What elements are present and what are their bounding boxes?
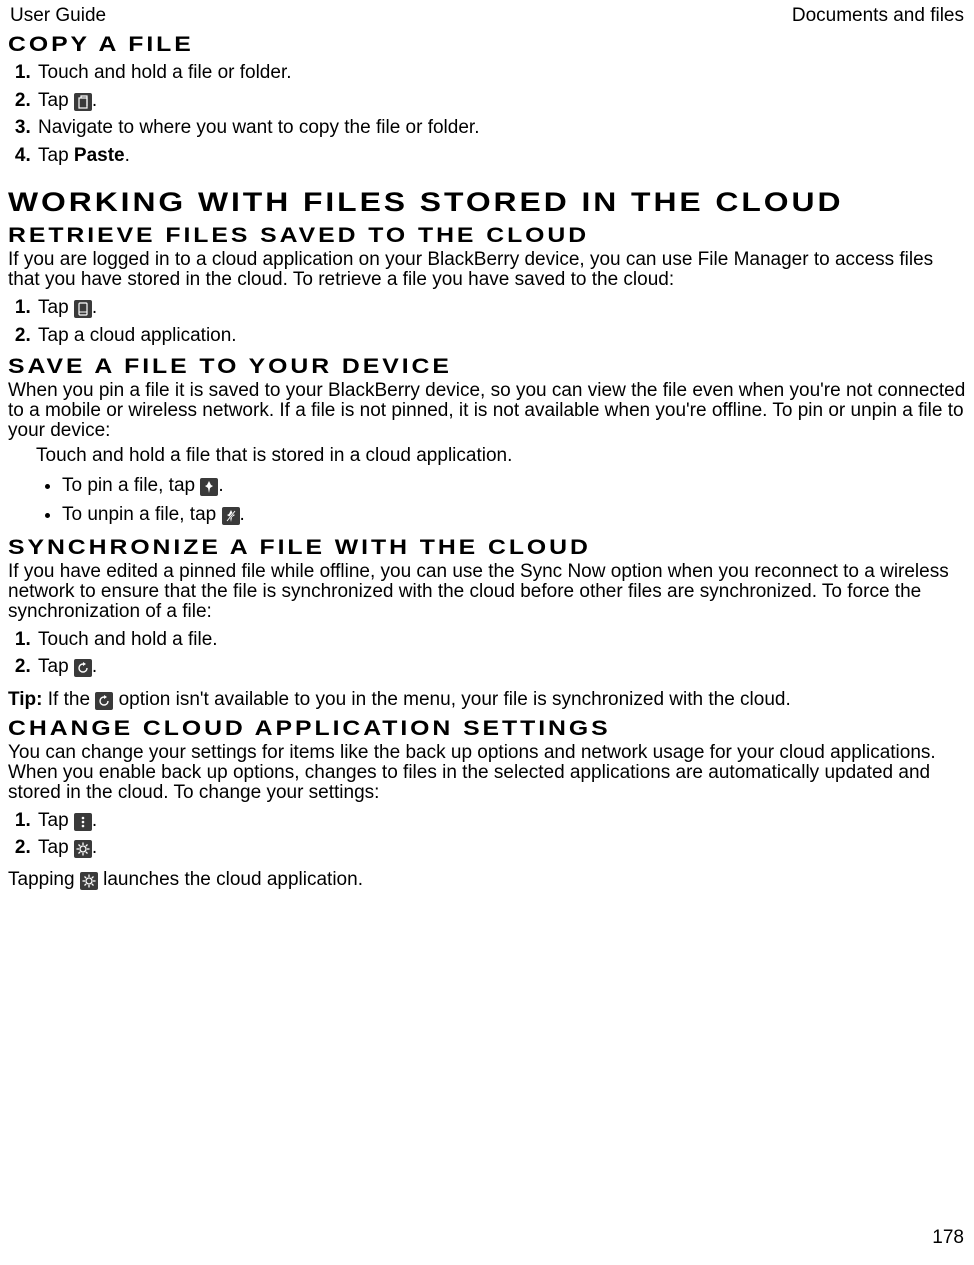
- copy-steps: Touch and hold a file or folder. Tap . N…: [8, 59, 966, 169]
- sync-steps: Touch and hold a file. Tap .: [8, 626, 966, 681]
- more-icon: [74, 813, 92, 831]
- sync-tip: Tip: If the option isn't available to yo…: [8, 689, 966, 711]
- text: .: [125, 145, 130, 166]
- text: .: [92, 297, 97, 318]
- page-number: 178: [932, 1227, 964, 1249]
- copy-step-1: Touch and hold a file or folder.: [36, 59, 966, 87]
- unpin-icon: [222, 507, 240, 525]
- sync-icon: [95, 692, 113, 710]
- settings-para: You can change your settings for items l…: [8, 743, 966, 803]
- gear-icon: [80, 872, 98, 890]
- settings-step-1: Tap .: [36, 807, 966, 835]
- text: Tap: [38, 656, 74, 677]
- settings-steps: Tap . Tap .: [8, 807, 966, 862]
- text: .: [92, 90, 97, 111]
- page-header: User Guide Documents and files: [8, 5, 966, 27]
- text: Tap: [38, 837, 74, 858]
- retrieve-para: If you are logged in to a cloud applicat…: [8, 250, 966, 290]
- text: .: [92, 810, 97, 831]
- paste-label: Paste: [74, 145, 125, 166]
- heading-settings: Change cloud application settings: [8, 717, 974, 741]
- save-para: When you pin a file it is saved to your …: [8, 381, 966, 441]
- settings-step-2: Tap .: [36, 834, 966, 862]
- sync-step-2: Tap .: [36, 653, 966, 681]
- text: .: [92, 837, 97, 858]
- text: option isn't available to you in the men…: [113, 689, 790, 710]
- header-left: User Guide: [10, 5, 106, 27]
- save-bullet-pin: To pin a file, tap .: [62, 471, 966, 500]
- heading-working-with-cloud: Working with files stored in the cloud: [8, 187, 974, 218]
- save-bullet-unpin: To unpin a file, tap .: [62, 500, 966, 529]
- heading-save: Save a file to your device: [8, 355, 974, 379]
- text: .: [218, 475, 223, 496]
- sync-icon: [74, 659, 92, 677]
- copy-step-4: Tap Paste.: [36, 142, 966, 170]
- page: User Guide Documents and files Copy a fi…: [0, 0, 974, 1265]
- text: To unpin a file, tap: [62, 504, 222, 525]
- heading-retrieve: Retrieve files saved to the cloud: [8, 224, 974, 248]
- text: launches the cloud application.: [98, 869, 363, 890]
- tip-label: Tip:: [8, 689, 42, 710]
- sync-step-1: Touch and hold a file.: [36, 626, 966, 654]
- header-right: Documents and files: [792, 5, 964, 27]
- text: Tap: [38, 90, 74, 111]
- save-bullets: To pin a file, tap . To unpin a file, ta…: [8, 471, 966, 530]
- copy-step-3: Navigate to where you want to copy the f…: [36, 114, 966, 142]
- text: .: [240, 504, 245, 525]
- settings-footnote: Tapping launches the cloud application.: [8, 870, 966, 890]
- retrieve-step-1: Tap .: [36, 294, 966, 322]
- heading-sync: Synchronize a file with the cloud: [8, 536, 974, 560]
- text: Tap: [38, 145, 74, 166]
- retrieve-steps: Tap . Tap a cloud application.: [8, 294, 966, 349]
- text: .: [92, 656, 97, 677]
- sync-para: If you have edited a pinned file while o…: [8, 562, 966, 622]
- retrieve-step-2: Tap a cloud application.: [36, 322, 966, 350]
- copy-icon: [74, 93, 92, 111]
- gear-icon: [74, 840, 92, 858]
- heading-copy-a-file: Copy a file: [8, 33, 974, 57]
- text: To pin a file, tap: [62, 475, 200, 496]
- text: Tap: [38, 810, 74, 831]
- pin-icon: [200, 478, 218, 496]
- device-icon: [74, 300, 92, 318]
- save-lead: Touch and hold a file that is stored in …: [36, 445, 966, 467]
- text: Tapping: [8, 869, 80, 890]
- copy-step-2: Tap .: [36, 87, 966, 115]
- text: If the: [42, 689, 95, 710]
- text: Tap: [38, 297, 74, 318]
